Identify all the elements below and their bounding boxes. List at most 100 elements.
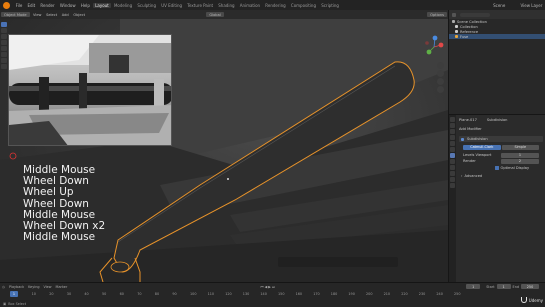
menu-keying[interactable]: Keying [26,285,41,289]
tab-uv-editing[interactable]: UV Editing [159,3,185,8]
play-controls-icon[interactable]: ⏮ ◀ ▶ ⏭ [258,285,277,289]
z-axis-icon [432,35,438,41]
end-label: End [512,284,519,289]
menu-select[interactable]: Select [44,13,60,17]
add-modifier-button[interactable]: Add Modifier [459,127,482,131]
status-bar: ▣ Box Select [0,300,545,307]
catmull-clark-button[interactable]: Catmull-Clark [463,145,501,150]
timeline-tick-label: 200 [366,292,373,296]
camera-view-icon[interactable] [437,78,444,85]
reference-image [8,34,172,146]
timeline-editor-icon[interactable]: ◷ [0,285,7,289]
reference-photo [9,35,171,145]
playhead[interactable]: 1 [10,291,18,297]
world-tab-icon[interactable] [450,141,455,146]
modifier-target: Subdivision [486,118,508,122]
perspective-toggle-icon[interactable] [437,86,444,93]
timeline-tick-label: 240 [436,292,443,296]
modifier-header[interactable]: Subdivision [459,136,543,142]
udemy-watermark: Udemy [521,295,543,305]
outliner-row[interactable]: Fuse [449,34,545,39]
scene-tab-icon[interactable] [450,135,455,140]
navigation-gizmo[interactable] [423,34,445,60]
rotate-tool-icon[interactable] [1,40,7,45]
measure-tool-icon[interactable] [1,64,7,69]
levels-viewport-row: Levels Viewport 1 [463,153,539,158]
optimal-display-checkbox[interactable] [495,166,499,170]
properties-tabs [449,115,456,283]
3d-cursor-icon [9,152,17,160]
menu-file[interactable]: File [13,3,25,8]
tab-rendering[interactable]: Rendering [263,3,289,8]
top-menu-bar: File Edit Render Window Help Layout Mode… [0,0,545,10]
3d-viewport[interactable]: Object Mode View Select Add Object Globa… [0,10,448,282]
output-tab-icon[interactable] [450,129,455,134]
zoom-icon[interactable] [437,62,444,69]
pan-icon[interactable] [437,70,444,77]
udemy-logo-icon [521,297,527,303]
tab-shading[interactable]: Shading [216,3,237,8]
optimal-display-row: Optimal Display [495,166,529,170]
tab-texture-paint[interactable]: Texture Paint [185,3,216,8]
tab-sculpting[interactable]: Sculpting [135,3,159,8]
timeline-tick-label: 140 [260,292,267,296]
subdivision-type-selector: Catmull-Clark Simple [463,145,539,150]
annotate-tool-icon[interactable] [1,58,7,63]
scale-tool-icon[interactable] [1,46,7,51]
timeline-tick-label: 250 [454,292,461,296]
viewport-navigation [437,62,444,94]
tab-layout[interactable]: Layout [92,2,112,8]
select-tool-icon[interactable] [1,22,7,27]
timeline-tick-label: 110 [207,292,215,296]
current-frame-field[interactable]: 1 [466,284,481,289]
start-frame-field[interactable]: 1 [496,284,511,289]
orientation-selector[interactable]: Global [206,12,224,17]
outliner-display-icon[interactable] [452,12,456,17]
render-tab-icon[interactable] [450,123,455,128]
tool-tab-icon[interactable] [450,117,455,122]
move-tool-icon[interactable] [1,34,7,39]
menu-view-timeline[interactable]: View [42,285,54,289]
timeline-tick-label: 50 [102,292,107,296]
menu-object[interactable]: Object [71,13,87,17]
menu-edit[interactable]: Edit [25,3,38,8]
outliner-search-icon[interactable] [460,12,490,17]
view-layer-selector[interactable]: View Layer [518,3,545,8]
render-levels-field[interactable]: 2 [501,159,539,164]
tab-modeling[interactable]: Modeling [111,3,134,8]
object-name: Plane.017 [459,118,477,122]
scene-selector[interactable]: Scene [491,3,508,8]
cursor-tool-icon[interactable] [1,28,7,33]
end-frame-field[interactable]: 250 [521,284,539,289]
outliner-header [449,10,545,19]
menu-marker[interactable]: Marker [54,285,70,289]
menu-playback[interactable]: Playback [7,285,26,289]
timeline-tick-label: 160 [295,292,303,296]
advanced-section[interactable]: › Advanced [461,174,482,178]
menu-help[interactable]: Help [78,3,92,8]
particles-tab-icon[interactable] [450,159,455,164]
menu-window[interactable]: Window [57,3,78,8]
menu-add[interactable]: Add [59,13,71,17]
modifier-tab-icon[interactable] [450,153,455,158]
outliner-row-label: Scene Collection [457,19,487,24]
options-button[interactable]: Options [427,12,447,17]
render-levels-row: Render 2 [463,159,539,164]
mode-selector[interactable]: Object Mode [1,12,30,17]
menu-view[interactable]: View [31,13,44,17]
data-tab-icon[interactable] [450,177,455,182]
constraints-tab-icon[interactable] [450,171,455,176]
object-tab-icon[interactable] [450,147,455,152]
menu-render[interactable]: Render [38,3,57,8]
transform-tool-icon[interactable] [1,52,7,57]
tab-animation[interactable]: Animation [237,3,263,8]
physics-tab-icon[interactable] [450,165,455,170]
mouse-icon: ▣ [3,301,7,306]
blender-logo-icon[interactable] [3,1,10,9]
tab-scripting[interactable]: Scripting [319,3,342,8]
tab-compositing[interactable]: Compositing [288,3,318,8]
material-tab-icon[interactable] [450,183,455,188]
levels-viewport-field[interactable]: 1 [501,153,539,158]
simple-button[interactable]: Simple [501,145,539,150]
keypress-overlay: Middle Mouse Wheel Down Wheel Up Wheel D… [23,164,105,243]
